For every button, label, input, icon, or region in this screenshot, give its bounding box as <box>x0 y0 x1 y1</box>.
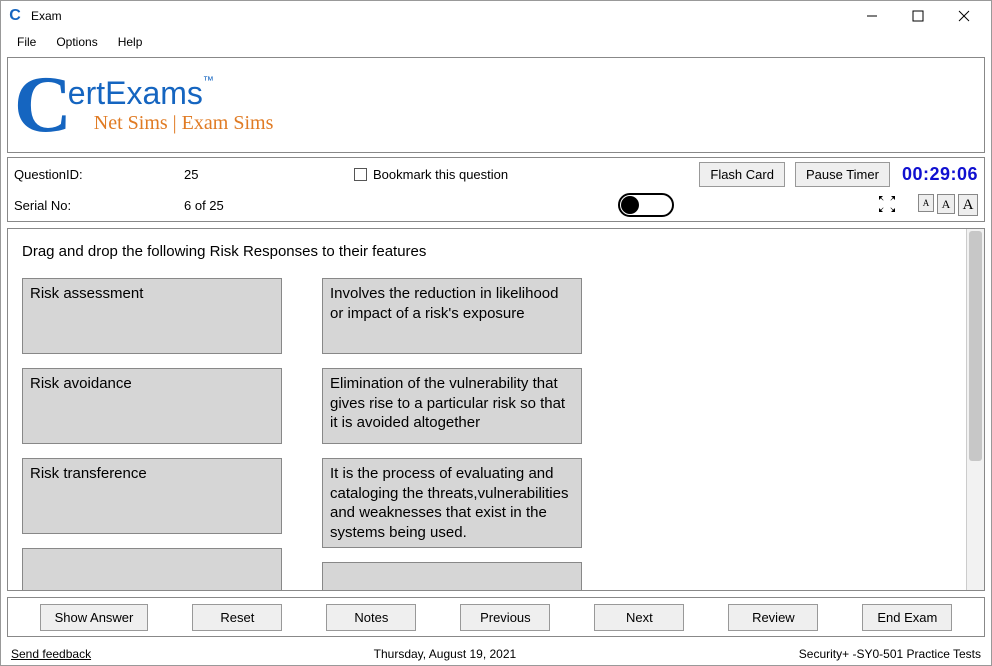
font-size-medium[interactable]: A <box>937 194 955 214</box>
close-icon <box>958 10 970 22</box>
font-size-small[interactable]: A <box>918 194 934 212</box>
logo-panel: C ertExams™ Net Sims | Exam Sims <box>7 57 985 153</box>
logo-sub: Net Sims | Exam Sims <box>68 112 274 135</box>
info-bar: QuestionID: 25 Bookmark this question Fl… <box>7 157 985 222</box>
minimize-button[interactable] <box>849 1 895 31</box>
title-bar: C Exam <box>1 1 991 31</box>
menu-help[interactable]: Help <box>110 33 151 51</box>
review-button[interactable]: Review <box>728 604 818 631</box>
bookmark-label: Bookmark this question <box>373 167 508 182</box>
reset-button[interactable]: Reset <box>192 604 282 631</box>
toggle-switch[interactable] <box>618 193 674 217</box>
window-title: Exam <box>31 9 62 23</box>
end-exam-button[interactable]: End Exam <box>862 604 952 631</box>
previous-button[interactable]: Previous <box>460 604 550 631</box>
menu-bar: File Options Help <box>1 31 991 53</box>
next-button[interactable]: Next <box>594 604 684 631</box>
drag-item[interactable] <box>22 548 282 590</box>
notes-button[interactable]: Notes <box>326 604 416 631</box>
logo-letter: C <box>14 77 72 133</box>
drop-target[interactable]: It is the process of evaluating and cata… <box>322 458 582 548</box>
logo-main: ertExams™ <box>68 75 274 112</box>
show-answer-button[interactable]: Show Answer <box>40 604 149 631</box>
status-date: Thursday, August 19, 2021 <box>91 647 799 661</box>
flash-card-button[interactable]: Flash Card <box>699 162 785 187</box>
question-id-label: QuestionID: <box>14 167 184 182</box>
drag-item[interactable]: Risk avoidance <box>22 368 282 444</box>
question-content: Drag and drop the following Risk Respons… <box>8 229 966 590</box>
send-feedback-link[interactable]: Send feedback <box>11 647 91 661</box>
logo-text: ertExams™ Net Sims | Exam Sims <box>68 75 274 135</box>
pause-timer-button[interactable]: Pause Timer <box>795 162 890 187</box>
font-size-controls: A A A <box>918 194 978 216</box>
drop-target[interactable]: Involves the reduction in likelihood or … <box>322 278 582 354</box>
maximize-button[interactable] <box>895 1 941 31</box>
app-icon: C <box>5 6 25 26</box>
drop-target[interactable] <box>322 562 582 590</box>
scrollbar[interactable] <box>966 229 984 590</box>
close-button[interactable] <box>941 1 987 31</box>
logo-main-text: ertExams <box>68 75 203 111</box>
drag-source-column: Risk assessment Risk avoidance Risk tran… <box>22 278 282 590</box>
checkbox-icon <box>354 168 367 181</box>
bookmark-checkbox[interactable]: Bookmark this question <box>354 167 674 182</box>
timer-display: 00:29:06 <box>902 164 978 185</box>
nav-bar: Show Answer Reset Notes Previous Next Re… <box>7 597 985 637</box>
fullscreen-icon <box>878 195 896 213</box>
scrollbar-thumb[interactable] <box>969 231 982 461</box>
menu-options[interactable]: Options <box>48 33 105 51</box>
menu-file[interactable]: File <box>9 33 44 51</box>
drag-item[interactable]: Risk assessment <box>22 278 282 354</box>
status-course: Security+ -SY0-501 Practice Tests <box>799 647 981 661</box>
question-prompt: Drag and drop the following Risk Respons… <box>22 243 956 260</box>
drag-drop-area: Risk assessment Risk avoidance Risk tran… <box>22 278 956 590</box>
serial-label: Serial No: <box>14 198 184 213</box>
serial-value: 6 of 25 <box>184 198 354 213</box>
minimize-icon <box>866 10 878 22</box>
drop-target[interactable]: Elimination of the vulnerability that gi… <box>322 368 582 444</box>
status-bar: Send feedback Thursday, August 19, 2021 … <box>1 643 991 665</box>
drag-item[interactable]: Risk transference <box>22 458 282 534</box>
maximize-icon <box>912 10 924 22</box>
question-id-value: 25 <box>184 167 354 182</box>
font-size-large[interactable]: A <box>958 194 978 216</box>
fullscreen-button[interactable] <box>878 195 896 216</box>
toggle-knob <box>621 196 639 214</box>
question-panel: Drag and drop the following Risk Respons… <box>7 228 985 591</box>
logo-tm: ™ <box>203 75 214 87</box>
drop-target-column: Involves the reduction in likelihood or … <box>322 278 582 590</box>
app-window: C Exam File Options Help C ertExams™ Net… <box>0 0 992 666</box>
